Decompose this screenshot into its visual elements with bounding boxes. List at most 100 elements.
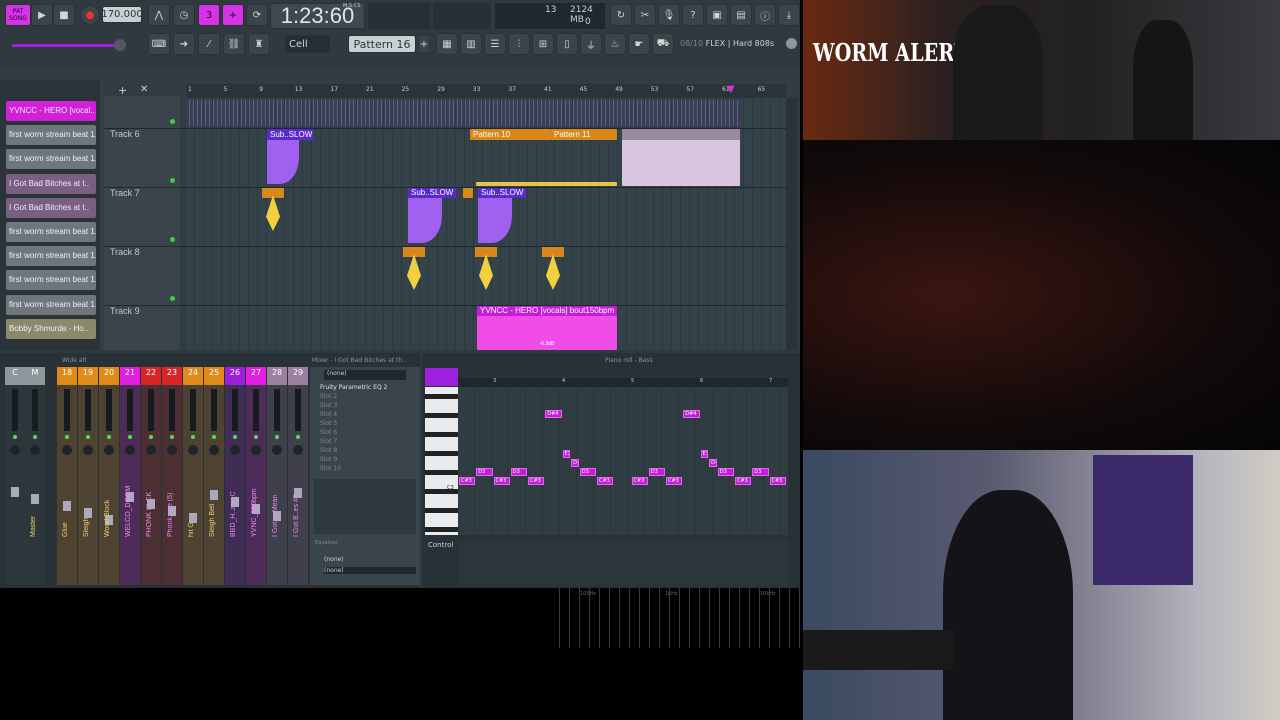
clip-fx-hit[interactable]: [403, 246, 425, 304]
brush-button[interactable]: ⁄: [198, 33, 220, 55]
mixer-strip[interactable]: 23 Phonk..ure (5): [162, 367, 182, 585]
volume-fader[interactable]: [11, 487, 19, 497]
mixer-strip[interactable]: M Master: [25, 367, 45, 585]
pan-knob[interactable]: [125, 445, 135, 455]
eq-graph[interactable]: [314, 479, 416, 534]
fx-slot[interactable]: Slot 2: [310, 392, 420, 401]
record-button[interactable]: ●: [80, 5, 100, 25]
control-select[interactable]: Control: [428, 541, 453, 549]
mixer-strip[interactable]: 19 Sleigh: [78, 367, 98, 585]
browser-item[interactable]: first worm stream beat 1..: [6, 270, 96, 291]
mute-led[interactable]: [233, 435, 237, 439]
mute-led[interactable]: [170, 435, 174, 439]
playlist-scrollbar[interactable]: [786, 98, 798, 350]
pan-knob[interactable]: [251, 445, 261, 455]
automation-clip[interactable]: [186, 100, 741, 126]
news-bar[interactable]: 08/10 FLEX | Hard 808s: [680, 39, 774, 48]
timeline-ruler[interactable]: 1 5 9 13 17 21 25 29 33 37 41 45 49 53 57 61 65: [186, 84, 786, 98]
clip-sub-slow[interactable]: Sub..SLOW: [408, 187, 456, 245]
mixer-strip[interactable]: 25 Sleigh Bell: [204, 367, 224, 585]
fx-slot[interactable]: Slot 4: [310, 410, 420, 419]
browser-item[interactable]: first worm stream beat 1..: [6, 246, 96, 267]
track-mute-led[interactable]: [170, 119, 175, 124]
blend-notes-button[interactable]: +: [222, 4, 244, 26]
pattern-select[interactable]: Pattern 16: [348, 35, 416, 53]
note[interactable]: C#3: [493, 477, 510, 485]
pan-knob[interactable]: [209, 445, 219, 455]
loop-record-button[interactable]: ⟳: [246, 4, 268, 26]
piano-roll-button[interactable]: ▥: [460, 33, 482, 55]
pan-knob[interactable]: [146, 445, 156, 455]
track-mute-led[interactable]: [170, 178, 175, 183]
mixer-strip[interactable]: 20 Wood Block: [99, 367, 119, 585]
track-header[interactable]: Track 7: [110, 188, 180, 198]
note[interactable]: D#3: [709, 459, 717, 467]
piano-keyboard[interactable]: [425, 387, 458, 535]
mute-led[interactable]: [212, 435, 216, 439]
typing-keyboard-button[interactable]: ⌨: [148, 33, 170, 55]
wait-record-button[interactable]: ◷: [173, 4, 195, 26]
save-button[interactable]: ▣: [706, 4, 728, 26]
step-edit-button[interactable]: ➜: [173, 33, 195, 55]
pan-knob[interactable]: [188, 445, 198, 455]
pan-knob[interactable]: [10, 445, 20, 455]
clip-pattern-11[interactable]: Pattern 11: [551, 129, 617, 140]
plugin-picker-button[interactable]: ⏚: [580, 33, 602, 55]
note[interactable]: D3: [476, 468, 493, 476]
note[interactable]: D#3: [571, 459, 579, 467]
fx-slot[interactable]: Slot 8: [310, 446, 420, 455]
fx-slot[interactable]: Slot 6: [310, 428, 420, 437]
pan-knob[interactable]: [167, 445, 177, 455]
mixer-strip[interactable]: 18 Glue: [57, 367, 77, 585]
mixer-preset[interactable]: Wide alt: [62, 357, 87, 364]
mixer-strip[interactable]: 24 hit G: [183, 367, 203, 585]
browser-item[interactable]: first worm stream beat 1..: [6, 149, 96, 170]
clip-audio-loops[interactable]: [622, 129, 740, 186]
fx-slot[interactable]: Slot 9: [310, 455, 420, 464]
mixer-strip[interactable]: 26 BBD_H..ain_C: [225, 367, 245, 585]
pat-song-toggle[interactable]: PAT SONG: [5, 4, 31, 26]
export-button[interactable]: ▤: [730, 4, 752, 26]
mixer-strip[interactable]: 21 WELCO_DOOM: [120, 367, 140, 585]
track-header[interactable]: Track 8: [110, 247, 180, 257]
browser-item[interactable]: I Got Bad Bitches at t..: [6, 173, 96, 194]
note[interactable]: D3: [579, 468, 596, 476]
note[interactable]: C#3: [631, 477, 648, 485]
note[interactable]: C#3: [735, 477, 752, 485]
note[interactable]: C#3: [769, 477, 786, 485]
song-position[interactable]: [433, 3, 491, 29]
clip-pattern-10[interactable]: Pattern 10: [470, 129, 551, 140]
stop-button[interactable]: ■: [53, 4, 75, 26]
play-button[interactable]: ▶: [31, 4, 53, 26]
track-header[interactable]: Track 9: [110, 306, 180, 316]
output-select[interactable]: (none): [324, 556, 416, 563]
pan-knob[interactable]: [272, 445, 282, 455]
clip-fx-hit[interactable]: [475, 246, 497, 304]
hand-button[interactable]: ☛: [628, 33, 650, 55]
pan-knob[interactable]: [30, 445, 40, 455]
undo-button[interactable]: ↻: [610, 4, 632, 26]
mute-led[interactable]: [107, 435, 111, 439]
tool-corner[interactable]: [425, 368, 458, 386]
clip-fx-hit[interactable]: [542, 246, 564, 304]
master-volume-knob[interactable]: [114, 39, 126, 51]
note[interactable]: C#3: [666, 477, 683, 485]
pan-knob[interactable]: [83, 445, 93, 455]
input-select[interactable]: (none): [324, 370, 406, 380]
fx-slot[interactable]: Slot 10: [310, 464, 420, 473]
channel-rack-button[interactable]: ☰: [484, 33, 506, 55]
note[interactable]: D#4: [545, 410, 562, 418]
mute-led[interactable]: [296, 435, 300, 439]
mute-led[interactable]: [13, 435, 17, 439]
mute-led[interactable]: [275, 435, 279, 439]
track-mute-led[interactable]: [170, 237, 175, 242]
clip-fx-hit[interactable]: [262, 187, 284, 245]
browser-item[interactable]: YVNCC - HERO [vocal..: [6, 101, 96, 121]
mixer-strip[interactable]: 22 PHONK KLCK: [141, 367, 161, 585]
pan-knob[interactable]: [62, 445, 72, 455]
browser-item[interactable]: first worm stream beat 1..: [6, 294, 96, 315]
browser-button[interactable]: ⊞: [532, 33, 554, 55]
project-button[interactable]: ▯: [556, 33, 578, 55]
link-button[interactable]: ⛓: [223, 33, 245, 55]
browser-item[interactable]: Bobby Shmurda - Ho..: [6, 318, 96, 339]
